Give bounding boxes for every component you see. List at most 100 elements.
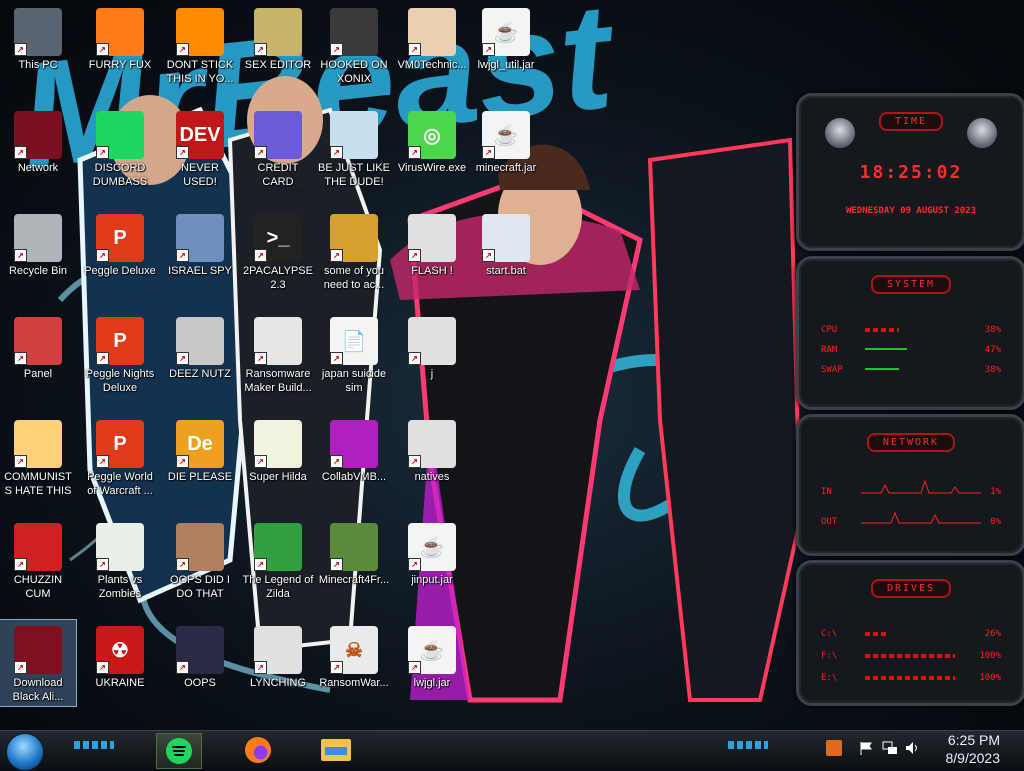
system-widget: SYSTEM CPU 38% RAM 47% SWAP 38% bbox=[796, 256, 1024, 410]
desktop-icon-label: lwjgl_util.jar bbox=[477, 59, 535, 71]
terminal-icon: >_ ↗ bbox=[254, 214, 302, 262]
desktop-icon[interactable]: ↗ FLASH ! bbox=[394, 208, 470, 294]
shortcut-arrow-icon: ↗ bbox=[96, 249, 109, 262]
shortcut-arrow-icon: ↗ bbox=[254, 146, 267, 159]
network-row-value: 1% bbox=[990, 487, 1001, 497]
start-button[interactable] bbox=[6, 733, 44, 771]
desktop-icon[interactable]: P ↗ Peggle Deluxe bbox=[82, 208, 158, 294]
shortcut-arrow-icon: ↗ bbox=[254, 455, 267, 468]
network-status-icon[interactable] bbox=[882, 740, 898, 756]
desktop-icon[interactable]: P ↗ Peggle Nights Deluxe bbox=[82, 311, 158, 397]
shortcut-arrow-icon: ↗ bbox=[408, 352, 421, 365]
shortcut-arrow-icon: ↗ bbox=[96, 661, 109, 674]
spotify-icon: ↗ bbox=[96, 111, 144, 159]
java-jar-icon: ☕ ↗ bbox=[482, 111, 530, 159]
desktop-icon-label: CREDIT CARD CHECKER bbox=[251, 162, 305, 191]
desktop-icon[interactable]: ☠ ↗ RansomWar... bbox=[316, 620, 392, 706]
tray-clock[interactable]: 6:25 PM 8/9/2023 bbox=[946, 731, 1001, 767]
desktop-icon[interactable]: ↗ j bbox=[394, 311, 470, 397]
desktop-icon-label: Plants vs Zombies bbox=[97, 574, 143, 600]
drive-row-label: E:\ bbox=[821, 673, 838, 683]
desktop-icon-label: The Legend of Zilda bbox=[242, 574, 314, 600]
desktop-icon[interactable]: De ↗ DIE PLEASE bbox=[162, 414, 238, 500]
desktop-icon[interactable]: ↗ CollabVMB... bbox=[316, 414, 392, 500]
desktop-icon[interactable]: ↗ HOOKED ON XONIX bbox=[316, 2, 392, 88]
drive-c-usage-bar bbox=[865, 632, 888, 636]
file-explorer-icon bbox=[321, 739, 351, 761]
desktop-icon[interactable]: ↗ Plants vs Zombies bbox=[82, 517, 158, 603]
desktop-icon[interactable]: ↗ DEEZ NUTZ bbox=[162, 311, 238, 397]
desktop-icon-label: FURRY FUX bbox=[88, 59, 152, 71]
desktop-icon[interactable]: ☕ ↗ jinput.jar bbox=[394, 517, 470, 603]
taskbar-decoration bbox=[728, 741, 768, 749]
firefox-icon: ↗ bbox=[96, 8, 144, 56]
clock-time: 18:25:02 bbox=[859, 162, 963, 183]
system-row-value: 47% bbox=[984, 345, 1001, 355]
desktop-icon[interactable]: ↗ Ransomware Maker Build... bbox=[240, 311, 316, 397]
limewire-icon: ◎ ↗ bbox=[408, 111, 456, 159]
desktop-icon[interactable]: ↗ ISRAEL SPY bbox=[162, 208, 238, 294]
firefox-icon bbox=[245, 737, 271, 763]
taskbar-app-spotify[interactable] bbox=[156, 733, 202, 769]
desktop-icon[interactable]: ↗ FURRY FUX bbox=[82, 2, 158, 88]
desktop-icon-label: Download Black Ali... bbox=[12, 677, 64, 703]
desktop-icon[interactable]: ↗ SEX EDITOR bbox=[240, 2, 316, 88]
desktop-icon[interactable]: >_ ↗ 2PACALYPSE 2.3 bbox=[240, 208, 316, 294]
java-update-icon[interactable] bbox=[826, 740, 842, 756]
desktop-icon[interactable]: ↗ CHUZZIN CUM bbox=[0, 517, 76, 603]
drive-row-value: 100% bbox=[979, 673, 1001, 683]
monitor-icon: ↗ bbox=[176, 626, 224, 674]
desktop-icon[interactable]: ↗ start.bat bbox=[468, 208, 544, 294]
desktop-icon[interactable]: ↗ Panel bbox=[0, 311, 76, 397]
desktop-icon[interactable]: DEV ↗ NEVER USED! bbox=[162, 105, 238, 191]
shortcut-arrow-icon: ↗ bbox=[96, 146, 109, 159]
desktop-icon[interactable]: ☕ ↗ minecraft.jar bbox=[468, 105, 544, 191]
desktop-icon-label: Minecraft4Fr... bbox=[318, 574, 390, 586]
desktop-icon[interactable]: ↗ Recycle Bin bbox=[0, 208, 76, 294]
desktop-icon[interactable]: ↗ natives bbox=[394, 414, 470, 500]
desktop-icon[interactable]: ↗ This PC bbox=[0, 2, 76, 88]
desktop-icon[interactable]: ☢ ↗ UKRAINE bbox=[82, 620, 158, 706]
desktop-icon-label: CHUZZIN CUM bbox=[13, 574, 63, 600]
desktop-icon-label: minecraft.jar bbox=[475, 162, 537, 174]
desktop-icon[interactable]: P ↗ Peggle World of Warcraft ... bbox=[82, 414, 158, 500]
chuzzle-icon: ↗ bbox=[14, 523, 62, 571]
shortcut-arrow-icon: ↗ bbox=[176, 249, 189, 262]
windows-stack-icon: ↗ bbox=[176, 317, 224, 365]
taskbar-app-file-explorer[interactable] bbox=[314, 733, 358, 767]
desktop-icon[interactable]: ↗ The Legend of Zilda bbox=[240, 517, 316, 603]
system-row-label: SWAP bbox=[821, 365, 843, 375]
desktop-icon[interactable]: ↗ DISCORD DUMBASS bbox=[82, 105, 158, 191]
desktop-icon[interactable]: ↗ some of you need to ac... bbox=[316, 208, 392, 294]
desktop-icon[interactable]: ↗ Download Black Ali... bbox=[0, 619, 77, 707]
desktop-icon[interactable]: ↗ DONT STICK THIS IN YO... bbox=[162, 2, 238, 88]
desktop-icon[interactable]: ☕ ↗ lwjgl_util.jar bbox=[468, 2, 544, 88]
taskbar-app-firefox[interactable] bbox=[236, 733, 280, 767]
desktop-icon-label: UKRAINE bbox=[95, 677, 145, 689]
desktop-icon[interactable]: ↗ Super Hilda bbox=[240, 414, 316, 500]
desktop-icon[interactable]: ↗ COMMUNISTS HATE THIS G... bbox=[0, 414, 76, 500]
desktop-icon[interactable]: ↗ OOPS DID I DO THAT bbox=[162, 517, 238, 603]
desktop-icon[interactable]: ↗ OOPS bbox=[162, 620, 238, 706]
shortcut-arrow-icon: ↗ bbox=[14, 352, 27, 365]
desktop-icon[interactable]: ◎ ↗ VirusWire.exe bbox=[394, 105, 470, 191]
vlc-icon: ↗ bbox=[176, 8, 224, 56]
desktop-icon-label: COMMUNISTS HATE THIS G... bbox=[4, 471, 72, 500]
batch-file-icon: ↗ bbox=[482, 214, 530, 262]
shortcut-arrow-icon: ↗ bbox=[254, 352, 267, 365]
desktop-icon-label: CollabVMB... bbox=[321, 471, 387, 483]
desktop-icon[interactable]: ☕ ↗ lwjgl.jar bbox=[394, 620, 470, 706]
desktop-icon[interactable]: ↗ BE JUST LIKE THE DUDE! bbox=[316, 105, 392, 191]
desktop-icon-label: FLASH ! bbox=[411, 265, 453, 277]
drive-row-label: F:\ bbox=[821, 651, 838, 661]
shortcut-arrow-icon: ↗ bbox=[96, 455, 109, 468]
volume-icon[interactable] bbox=[904, 740, 920, 756]
action-center-flag-icon[interactable] bbox=[858, 740, 874, 756]
desktop-icon-label: Peggle Nights Deluxe bbox=[85, 368, 155, 394]
desktop-icon[interactable]: ↗ CREDIT CARD CHECKER bbox=[240, 105, 316, 191]
desktop-icon[interactable]: ↗ Minecraft4Fr... bbox=[316, 517, 392, 603]
desktop-icon[interactable]: ↗ Network bbox=[0, 105, 76, 191]
desktop-icon[interactable]: ↗ LYNCHING bbox=[240, 620, 316, 706]
desktop-icon[interactable]: 📄 ↗ japan suicide sim bbox=[316, 311, 392, 397]
desktop-icon[interactable]: ↗ VM0Technic... bbox=[394, 2, 470, 88]
